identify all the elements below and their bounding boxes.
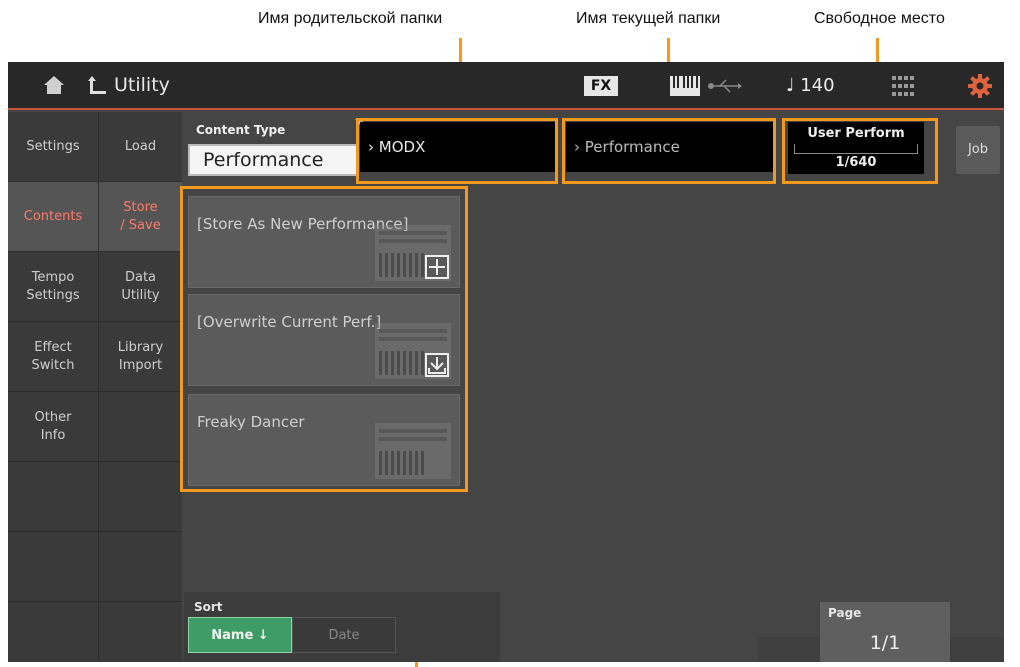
chevron-right-icon: › <box>574 138 580 156</box>
page-label: Page <box>828 606 862 620</box>
download-icon <box>425 353 449 377</box>
sort-by-date-button[interactable]: Date <box>292 617 396 653</box>
nav-empty-slot <box>99 462 182 532</box>
page-value: 1/1 <box>869 632 901 654</box>
top-bar: Utility FX ♩ 140 <box>8 62 1004 110</box>
page-title: Utility <box>114 74 170 96</box>
list-item-freaky-dancer[interactable]: Freaky Dancer <box>188 394 460 486</box>
keyboard-icon <box>670 76 700 96</box>
free-space-value: 1/640 <box>835 155 877 170</box>
fx-indicator[interactable]: FX <box>584 76 618 96</box>
page-indicator[interactable]: Page 1/1 <box>820 602 950 662</box>
quick-access-grid-icon[interactable] <box>892 76 914 96</box>
usb-icon <box>708 79 742 93</box>
parent-folder-name: MODX <box>378 138 426 156</box>
parent-folder-button[interactable]: › MODX <box>360 122 556 172</box>
list-item-label: [Overwrite Current Perf.] <box>197 313 382 331</box>
nav-tempo-settings[interactable]: Tempo Settings <box>8 252 98 322</box>
plus-icon <box>425 255 449 279</box>
nav-data-utility[interactable]: Data Utility <box>99 252 182 322</box>
nav-library-import[interactable]: Library Import <box>99 322 182 392</box>
nav-empty-slot <box>8 462 98 532</box>
list-item-store-new[interactable]: [Store As New Performance] <box>188 196 460 288</box>
list-item-overwrite[interactable]: [Overwrite Current Perf.] <box>188 294 460 386</box>
free-space-bar <box>794 144 918 154</box>
nav-load[interactable]: Load <box>99 112 182 182</box>
nav-store-save[interactable]: Store / Save <box>99 182 182 252</box>
chevron-right-icon: › <box>368 138 374 156</box>
home-icon[interactable] <box>42 74 66 96</box>
content-type-select[interactable]: Performance <box>188 144 358 176</box>
gear-icon[interactable] <box>968 74 992 98</box>
keyboard-thumbnail-icon <box>375 423 451 479</box>
nav-settings[interactable]: Settings <box>8 112 98 182</box>
content-area <box>182 112 1004 662</box>
annotation-current-folder: Имя текущей папки <box>576 10 721 27</box>
nav-empty-slot <box>99 532 182 602</box>
nav-other-info[interactable]: Other Info <box>8 392 98 462</box>
nav-column-secondary: Load Store / Save Data Utility Library I… <box>98 112 182 662</box>
content-type-label: Content Type <box>196 123 286 137</box>
back-arrow-icon[interactable] <box>88 74 108 96</box>
current-folder-display: › Performance <box>566 122 776 172</box>
sort-by-name-button[interactable]: Name ↓ <box>188 617 292 653</box>
nav-empty-slot <box>8 532 98 602</box>
nav-contents[interactable]: Contents <box>8 182 98 252</box>
list-item-label: Freaky Dancer <box>197 413 305 431</box>
nav-column-primary: Settings Contents Tempo Settings Effect … <box>8 112 98 662</box>
annotation-free-space: Свободное место <box>814 10 945 27</box>
job-button[interactable]: Job <box>956 126 1000 174</box>
annotation-parent-folder: Имя родительской папки <box>258 10 443 27</box>
free-space-indicator: User Perform 1/640 <box>788 122 924 174</box>
current-folder-name: Performance <box>584 138 680 156</box>
free-space-label: User Perform <box>807 126 905 141</box>
nav-effect-switch[interactable]: Effect Switch <box>8 322 98 392</box>
sort-label: Sort <box>194 600 223 614</box>
tempo-display[interactable]: ♩ 140 <box>786 75 835 96</box>
instrument-screen: Utility FX ♩ 140 Settings Contents Tempo… <box>8 62 1004 662</box>
nav-empty-slot <box>99 392 182 462</box>
